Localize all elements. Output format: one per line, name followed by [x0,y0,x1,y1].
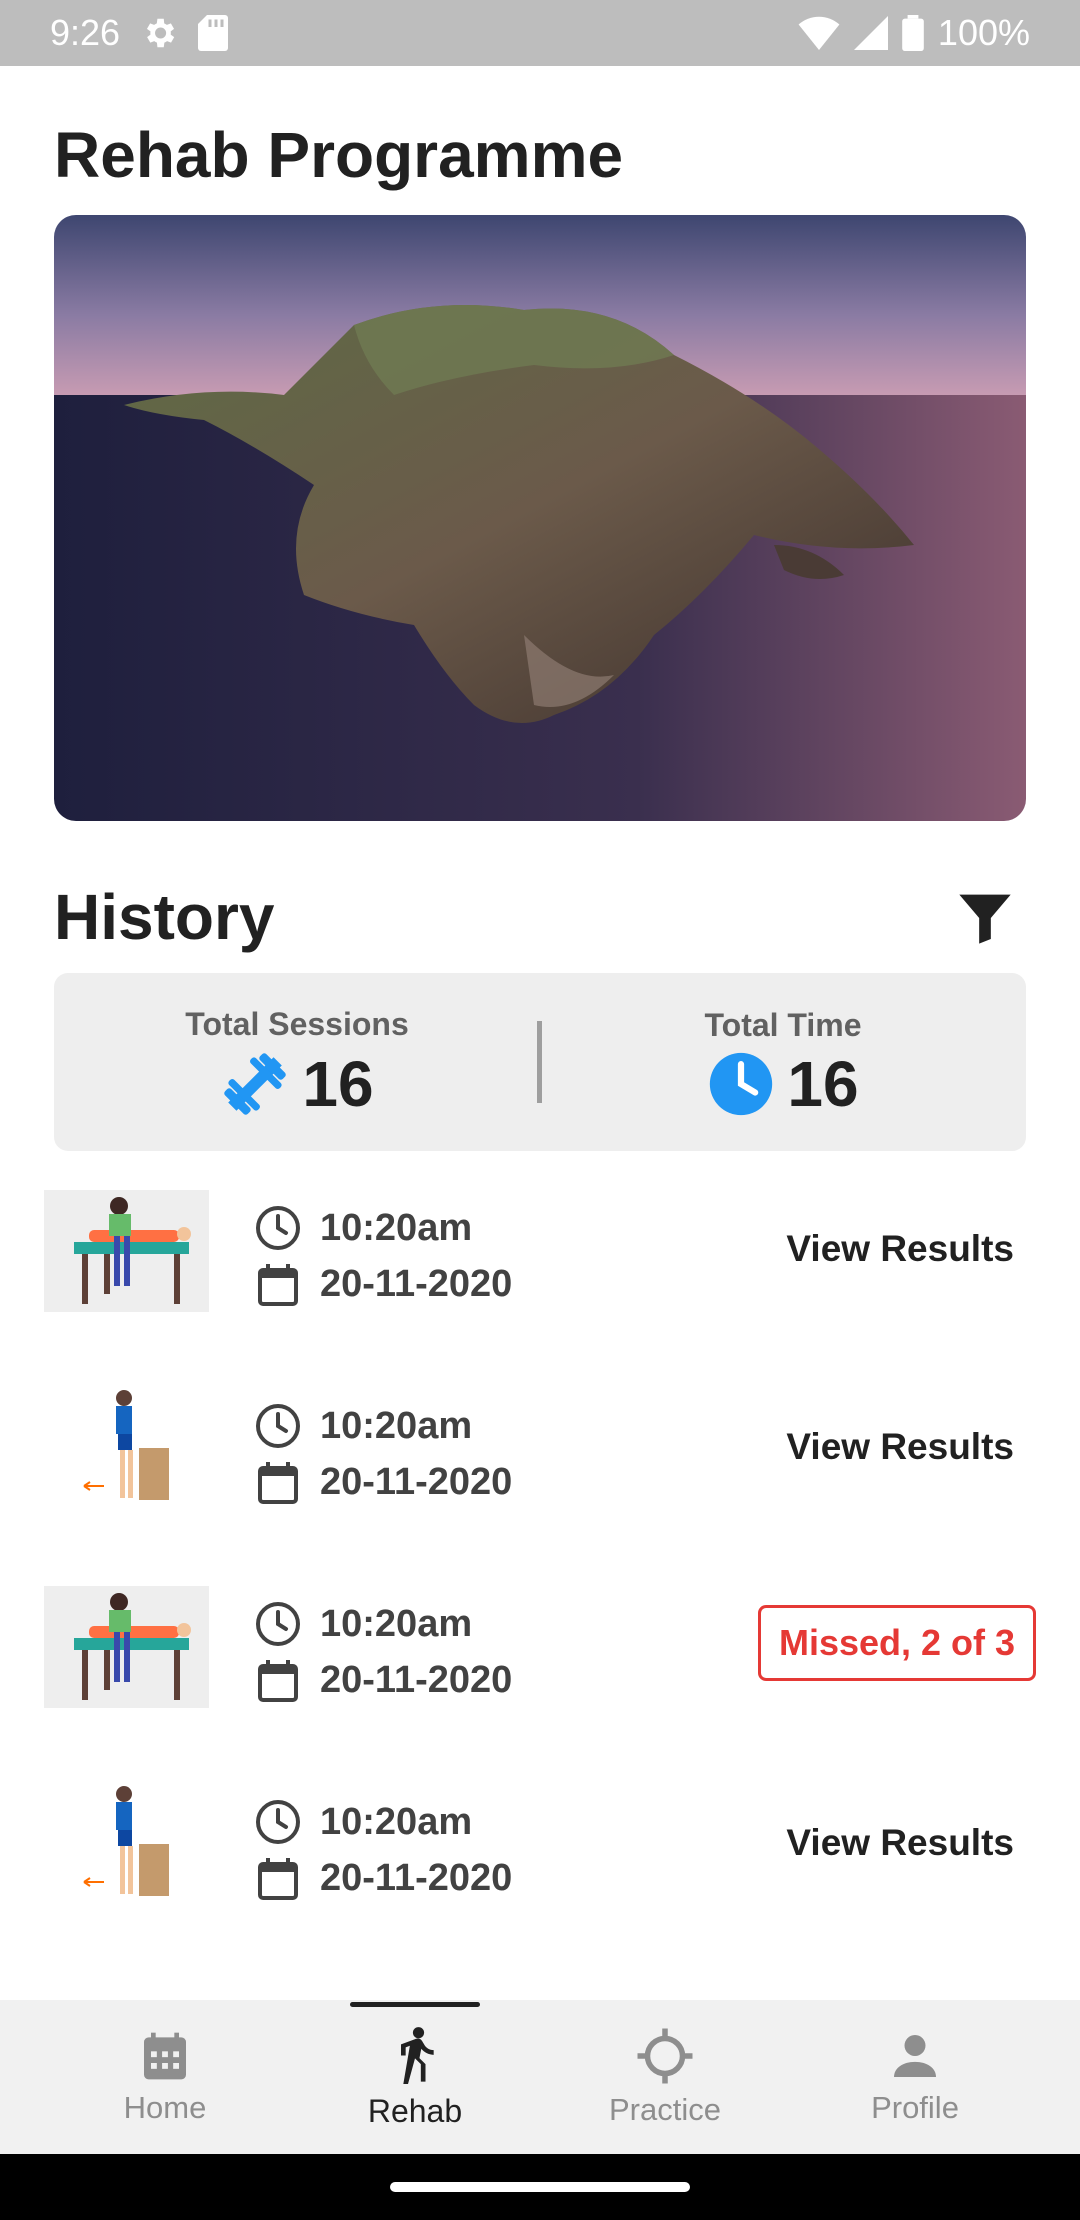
hero-image [54,215,1026,821]
home-gesture-handle[interactable] [390,2182,690,2192]
nav-item-home[interactable]: Home [40,2000,290,2154]
time-icon [256,1602,300,1646]
therapy-table-image [44,1586,209,1708]
session-row: 10:20am 20-11-2020 View Results [0,1774,1080,1972]
nav-item-practice[interactable]: Practice [540,2000,790,2154]
calendar-icon [144,2032,186,2080]
nav-label-home: Home [123,2090,207,2125]
nav-item-profile[interactable]: Profile [790,2000,1040,2154]
person-icon [894,2035,936,2077]
settings-icon [140,14,178,52]
nav-label-rehab: Rehab [367,2092,463,2129]
total-sessions-stat: Total Sessions 16 [54,973,540,1151]
total-time-label: Total Time [704,1006,862,1043]
total-time-stat: Total Time 16 [540,973,1026,1151]
battery-percent: 100% [937,12,1030,53]
system-navigation-bar [0,2154,1080,2220]
calendar-icon [258,1858,298,1900]
therapy-table-image [44,1190,209,1312]
status-bar: 9:26 100% [0,0,1080,66]
nav-item-rehab[interactable]: Rehab [290,2000,540,2154]
signal-icon [853,16,888,50]
filter-button[interactable] [955,888,1015,948]
view-results-button[interactable]: View Results [786,1822,1014,1864]
filter-icon [959,894,1011,944]
view-results-button[interactable]: View Results [786,1228,1014,1270]
active-tab-indicator [350,2002,480,2007]
stats-divider [537,1021,542,1103]
standing-exercise-image [44,1388,209,1510]
dumbbell-icon [224,1052,287,1115]
total-sessions-label: Total Sessions [185,1005,409,1042]
nav-label-practice: Practice [609,2092,721,2127]
page-title: Rehab Programme [54,119,624,191]
bottom-nav: Home Rehab Practice Profile [0,2000,1080,2154]
calendar-icon [258,1264,298,1306]
history-title: History [54,881,275,953]
time-icon [256,1206,300,1250]
session-time: 10:20am [320,1800,473,1843]
session-date: 20-11-2020 [320,1262,513,1305]
missed-badge[interactable]: Missed, 2 of 3 [758,1605,1036,1681]
battery-icon [902,15,924,51]
session-date: 20-11-2020 [320,1460,513,1503]
session-row: 10:20am 20-11-2020 View Results [0,1180,1080,1378]
crosshair-icon [637,2028,693,2084]
time-icon [256,1404,300,1448]
session-date: 20-11-2020 [320,1658,513,1701]
calendar-icon [258,1660,298,1702]
session-time: 10:20am [320,1602,473,1645]
standing-exercise-image [44,1784,209,1906]
nav-label-profile: Profile [871,2090,959,2125]
stats-card: Total Sessions 16 Total Time 16 [54,973,1026,1151]
wifi-icon [798,16,840,50]
session-time: 10:20am [320,1206,473,1249]
session-row: 10:20am 20-11-2020 View Results [0,1378,1080,1576]
total-sessions-value: 16 [302,1047,374,1120]
view-results-button[interactable]: View Results [786,1426,1014,1468]
clock-icon [710,1052,773,1115]
session-row: 10:20am 20-11-2020 Missed, 2 of 3 [0,1576,1080,1774]
session-list: 10:20am 20-11-2020 View Results 10:20am … [0,1180,1080,1972]
time-icon [256,1800,300,1844]
status-time: 9:26 [50,12,121,53]
session-time: 10:20am [320,1404,473,1447]
total-time-value: 16 [787,1047,859,1120]
walking-icon [401,2026,434,2084]
sd-card-icon [198,15,229,51]
session-date: 20-11-2020 [320,1856,513,1899]
calendar-icon [258,1462,298,1504]
